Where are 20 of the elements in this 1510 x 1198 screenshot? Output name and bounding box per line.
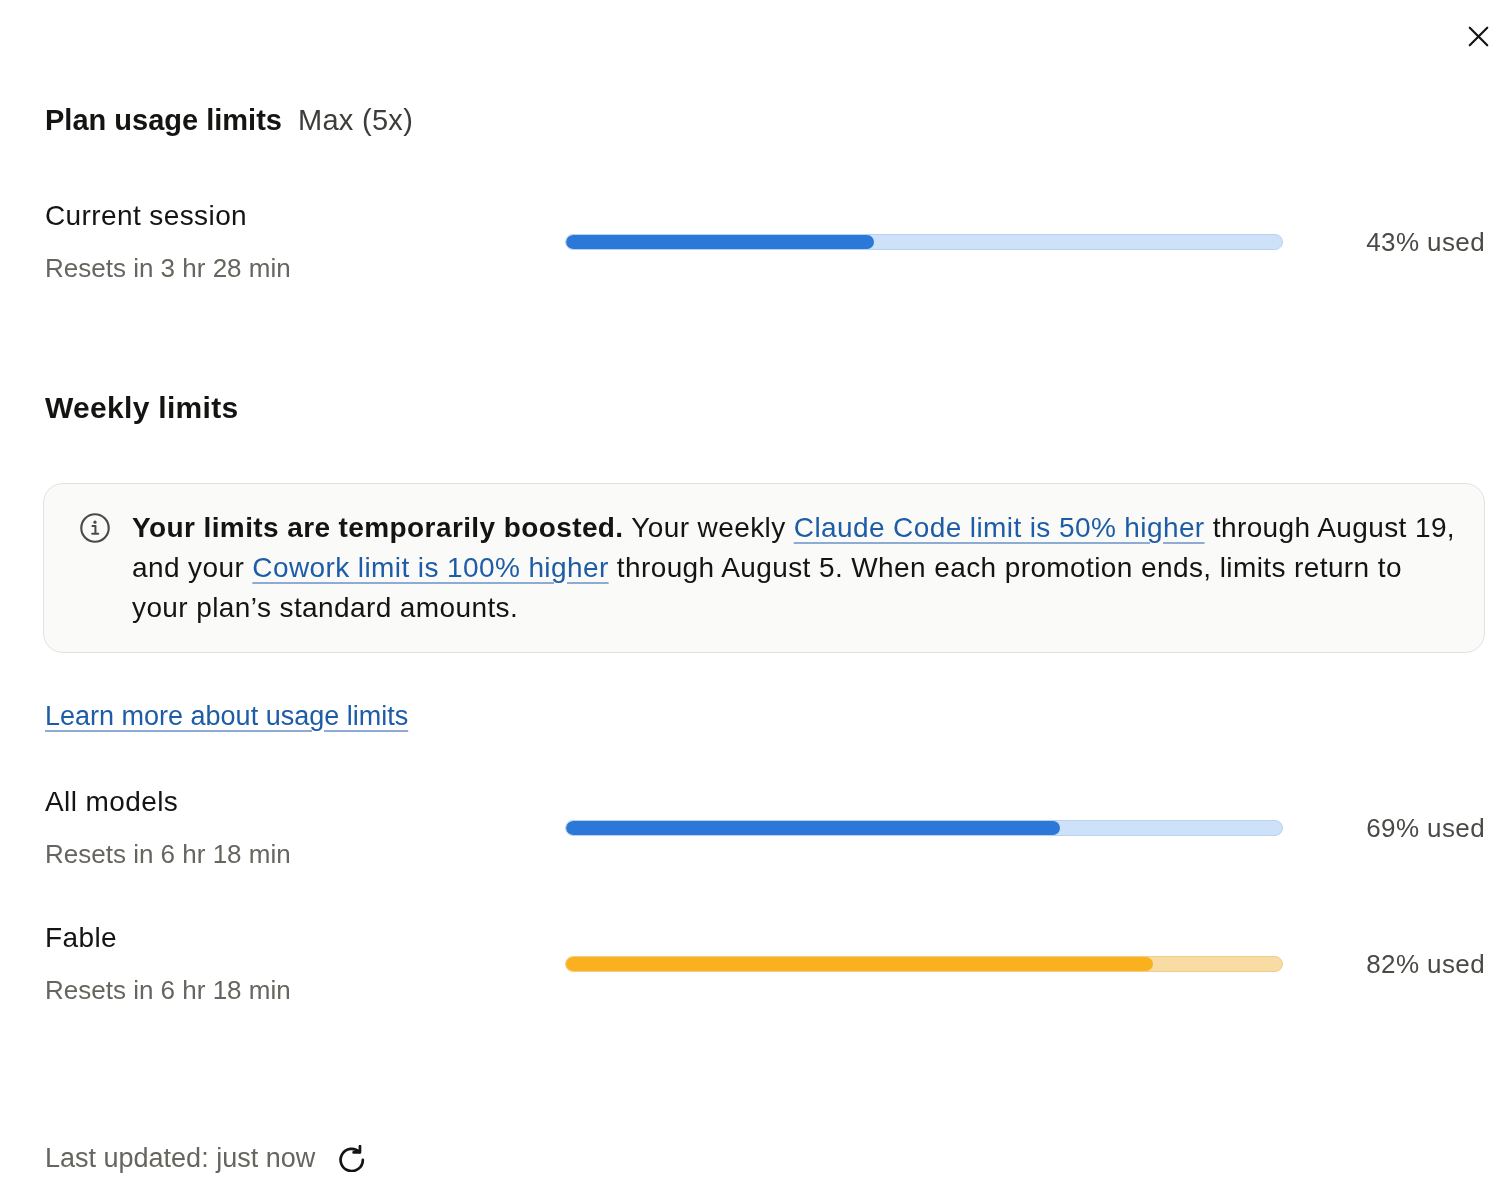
reset-time: Resets in 3 hr 28 min xyxy=(45,252,291,285)
text-link[interactable]: Cowork limit is 100% higher xyxy=(252,552,609,583)
reset-time: Resets in 6 hr 18 min xyxy=(45,974,291,1007)
text-link[interactable]: Claude Code limit is 50% higher xyxy=(793,512,1205,543)
refresh-icon xyxy=(339,1144,367,1172)
usage-percent: 69% used xyxy=(1366,812,1485,844)
close-icon xyxy=(1467,25,1489,47)
plan-name: Max (5x) xyxy=(297,103,414,137)
notice-text: Your limits are temporarily boosted. Your weekly Claude Code limit is 50% higher through August 19, and your Cowork limit is 100% higher through August 5. When each promotion ends, limits return to your plan’s standard amounts. xyxy=(132,511,1457,625)
info-icon xyxy=(80,513,110,543)
learn-more-link[interactable]: Learn more about usage limits xyxy=(45,701,409,731)
section-title: Weekly limits xyxy=(45,390,239,426)
reset-time: Resets in 6 hr 18 min xyxy=(45,838,291,871)
usage-percent: 82% used xyxy=(1366,948,1485,980)
last-updated-text: Last updated: just now xyxy=(45,1142,316,1175)
limit-label: Current session xyxy=(45,199,248,233)
limit-label: All models xyxy=(45,785,179,819)
limit-label: Fable xyxy=(45,921,118,955)
dialog-title: Plan usage limits xyxy=(45,103,282,137)
usage-percent: 43% used xyxy=(1366,226,1485,258)
